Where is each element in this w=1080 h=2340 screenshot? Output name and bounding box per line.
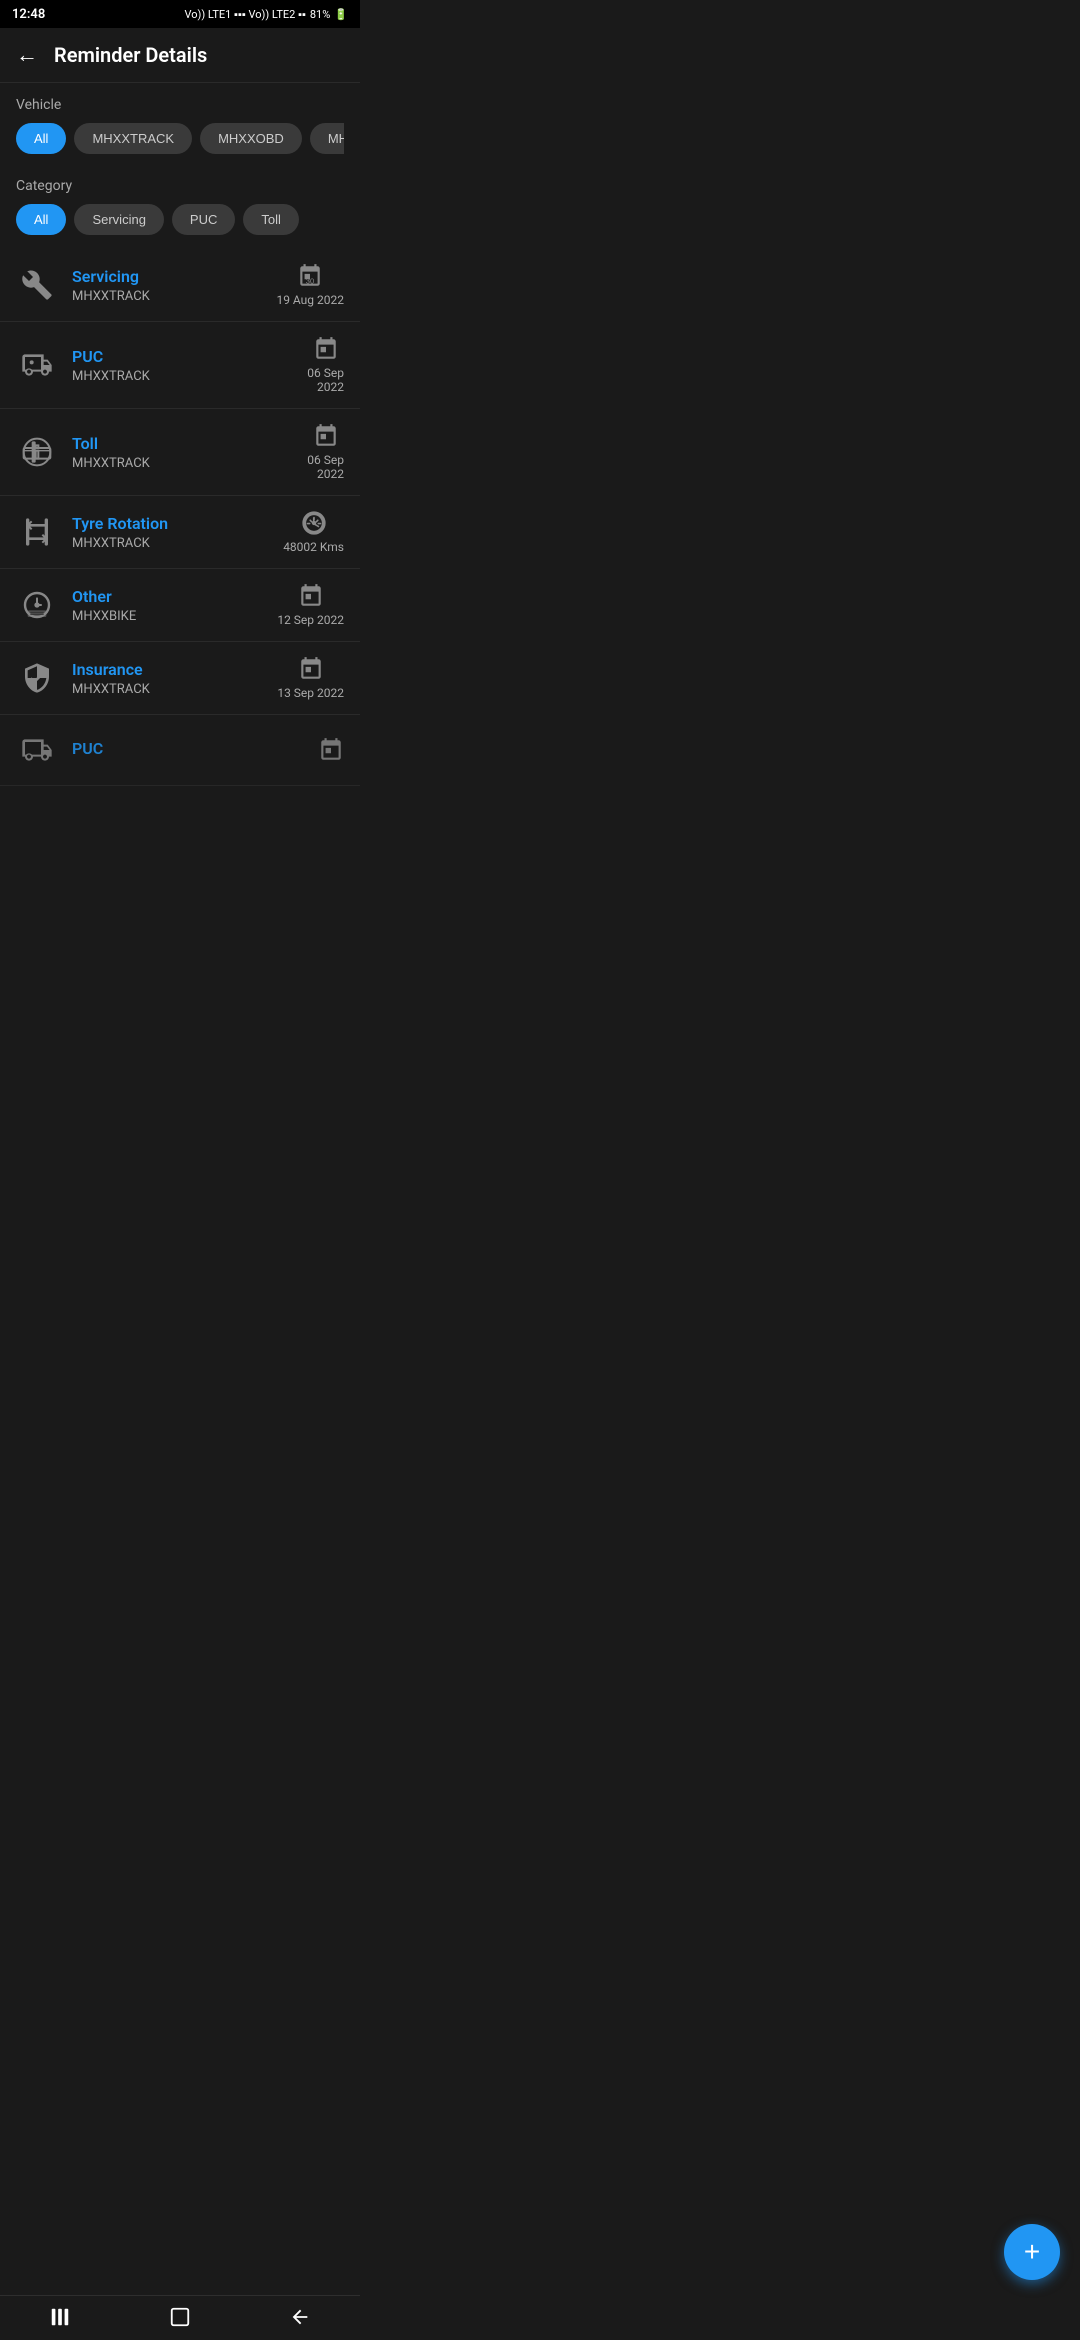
puc2-icon bbox=[16, 729, 58, 771]
status-time: 12:48 bbox=[12, 7, 45, 22]
other-title: Other bbox=[72, 587, 277, 606]
vehicle-chip-all[interactable]: All bbox=[16, 123, 66, 154]
page-title: Reminder Details bbox=[54, 43, 207, 67]
tyre-rotation-info: Tyre Rotation MHXXTRACK bbox=[72, 514, 283, 551]
puc2-title: PUC bbox=[72, 739, 318, 758]
nav-recents-button[interactable] bbox=[49, 2306, 71, 2328]
tyre-rotation-vehicle: MHXXTRACK bbox=[72, 536, 283, 551]
puc2-date bbox=[318, 737, 344, 763]
other-cal-icon bbox=[298, 583, 324, 609]
other-info: Other MHXXBIKE bbox=[72, 587, 277, 624]
puc-icon bbox=[16, 344, 58, 386]
category-label: Category bbox=[16, 178, 344, 194]
servicing-date: 30 19 Aug 2022 bbox=[276, 263, 344, 307]
toll-vehicle: MHXXTRACK bbox=[72, 456, 307, 471]
toll-cal-icon bbox=[313, 423, 339, 449]
signal-icon: Vo)) LTE1 ▪▪▪ Vo)) LTE2 ▪▪ bbox=[184, 8, 305, 21]
puc-date: 06 Sep2022 bbox=[307, 336, 344, 394]
insurance-icon bbox=[16, 657, 58, 699]
category-chip-all[interactable]: All bbox=[16, 204, 66, 235]
tyre-rotation-title: Tyre Rotation bbox=[72, 514, 283, 533]
insurance-date-text: 13 Sep 2022 bbox=[277, 686, 344, 700]
vehicle-label: Vehicle bbox=[16, 97, 344, 113]
vehicle-filter-section: Vehicle All MHXXTRACK MHXXOBD MHXXBIKE bbox=[0, 83, 360, 164]
status-icons: Vo)) LTE1 ▪▪▪ Vo)) LTE2 ▪▪ 81% 🔋 bbox=[184, 8, 348, 21]
header: ← Reminder Details bbox=[0, 28, 360, 83]
puc-vehicle: MHXXTRACK bbox=[72, 369, 307, 384]
reminder-item-servicing[interactable]: Servicing MHXXTRACK 30 19 Aug 2022 bbox=[0, 249, 360, 322]
tyre-speedometer-icon bbox=[301, 510, 327, 536]
tyre-rotation-date: 48002 Kms bbox=[283, 510, 344, 554]
category-chip-toll[interactable]: Toll bbox=[243, 204, 299, 235]
nav-bar bbox=[0, 2295, 360, 2340]
vehicle-chip-mhxxtrack[interactable]: MHXXTRACK bbox=[74, 123, 192, 154]
puc2-info: PUC bbox=[72, 739, 318, 761]
status-bar: 12:48 Vo)) LTE1 ▪▪▪ Vo)) LTE2 ▪▪ 81% 🔋 bbox=[0, 0, 360, 28]
nav-home-button[interactable] bbox=[169, 2306, 191, 2328]
puc-date-text: 06 Sep2022 bbox=[307, 366, 344, 394]
reminder-item-insurance[interactable]: Insurance MHXXTRACK 13 Sep 2022 bbox=[0, 642, 360, 715]
reminder-item-other[interactable]: Other MHXXBIKE 12 Sep 2022 bbox=[0, 569, 360, 642]
category-filter-section: Category All Servicing PUC Toll bbox=[0, 164, 360, 245]
other-icon bbox=[16, 584, 58, 626]
vehicle-chip-mhxxobd[interactable]: MHXXOBD bbox=[200, 123, 302, 154]
battery-icon: 🔋 bbox=[334, 8, 348, 21]
category-chip-puc[interactable]: PUC bbox=[172, 204, 235, 235]
toll-icon bbox=[16, 431, 58, 473]
insurance-info: Insurance MHXXTRACK bbox=[72, 660, 277, 697]
tyre-rotation-icon bbox=[16, 511, 58, 553]
nav-back-button[interactable] bbox=[289, 2306, 311, 2328]
puc-cal-icon bbox=[313, 336, 339, 362]
reminder-item-puc[interactable]: PUC MHXXTRACK 06 Sep2022 bbox=[0, 322, 360, 409]
svg-text:30: 30 bbox=[306, 277, 314, 286]
toll-date-text: 06 Sep2022 bbox=[307, 453, 344, 481]
reminder-item-toll[interactable]: Toll MHXXTRACK 06 Sep2022 bbox=[0, 409, 360, 496]
puc-title: PUC bbox=[72, 347, 307, 366]
category-chip-servicing[interactable]: Servicing bbox=[74, 204, 163, 235]
reminder-item-puc2[interactable]: PUC bbox=[0, 715, 360, 786]
vehicle-chips: All MHXXTRACK MHXXOBD MHXXBIKE bbox=[16, 123, 344, 158]
category-chips: All Servicing PUC Toll bbox=[16, 204, 344, 239]
servicing-date-text: 19 Aug 2022 bbox=[276, 293, 344, 307]
other-date-text: 12 Sep 2022 bbox=[277, 613, 344, 627]
insurance-cal-icon bbox=[298, 656, 324, 682]
servicing-info: Servicing MHXXTRACK bbox=[72, 267, 276, 304]
reminder-item-tyre-rotation[interactable]: Tyre Rotation MHXXTRACK 48002 Kms bbox=[0, 496, 360, 569]
toll-info: Toll MHXXTRACK bbox=[72, 434, 307, 471]
add-reminder-fab[interactable]: + bbox=[1004, 2224, 1060, 2280]
insurance-date: 13 Sep 2022 bbox=[277, 656, 344, 700]
puc2-cal-icon bbox=[318, 737, 344, 763]
vehicle-chip-mhxxbike[interactable]: MHXXBIKE bbox=[310, 123, 344, 154]
reminder-list: Servicing MHXXTRACK 30 19 Aug 2022 PUC M… bbox=[0, 249, 360, 786]
servicing-title: Servicing bbox=[72, 267, 276, 286]
servicing-icon bbox=[16, 264, 58, 306]
other-vehicle: MHXXBIKE bbox=[72, 609, 277, 624]
toll-date: 06 Sep2022 bbox=[307, 423, 344, 481]
puc-info: PUC MHXXTRACK bbox=[72, 347, 307, 384]
tyre-rotation-odometer-text: 48002 Kms bbox=[283, 540, 344, 554]
battery-level: 81% bbox=[310, 8, 330, 21]
servicing-cal-icon: 30 bbox=[297, 263, 323, 289]
servicing-vehicle: MHXXTRACK bbox=[72, 289, 276, 304]
back-button[interactable]: ← bbox=[16, 42, 38, 68]
insurance-title: Insurance bbox=[72, 660, 277, 679]
other-date: 12 Sep 2022 bbox=[277, 583, 344, 627]
insurance-vehicle: MHXXTRACK bbox=[72, 682, 277, 697]
toll-title: Toll bbox=[72, 434, 307, 453]
